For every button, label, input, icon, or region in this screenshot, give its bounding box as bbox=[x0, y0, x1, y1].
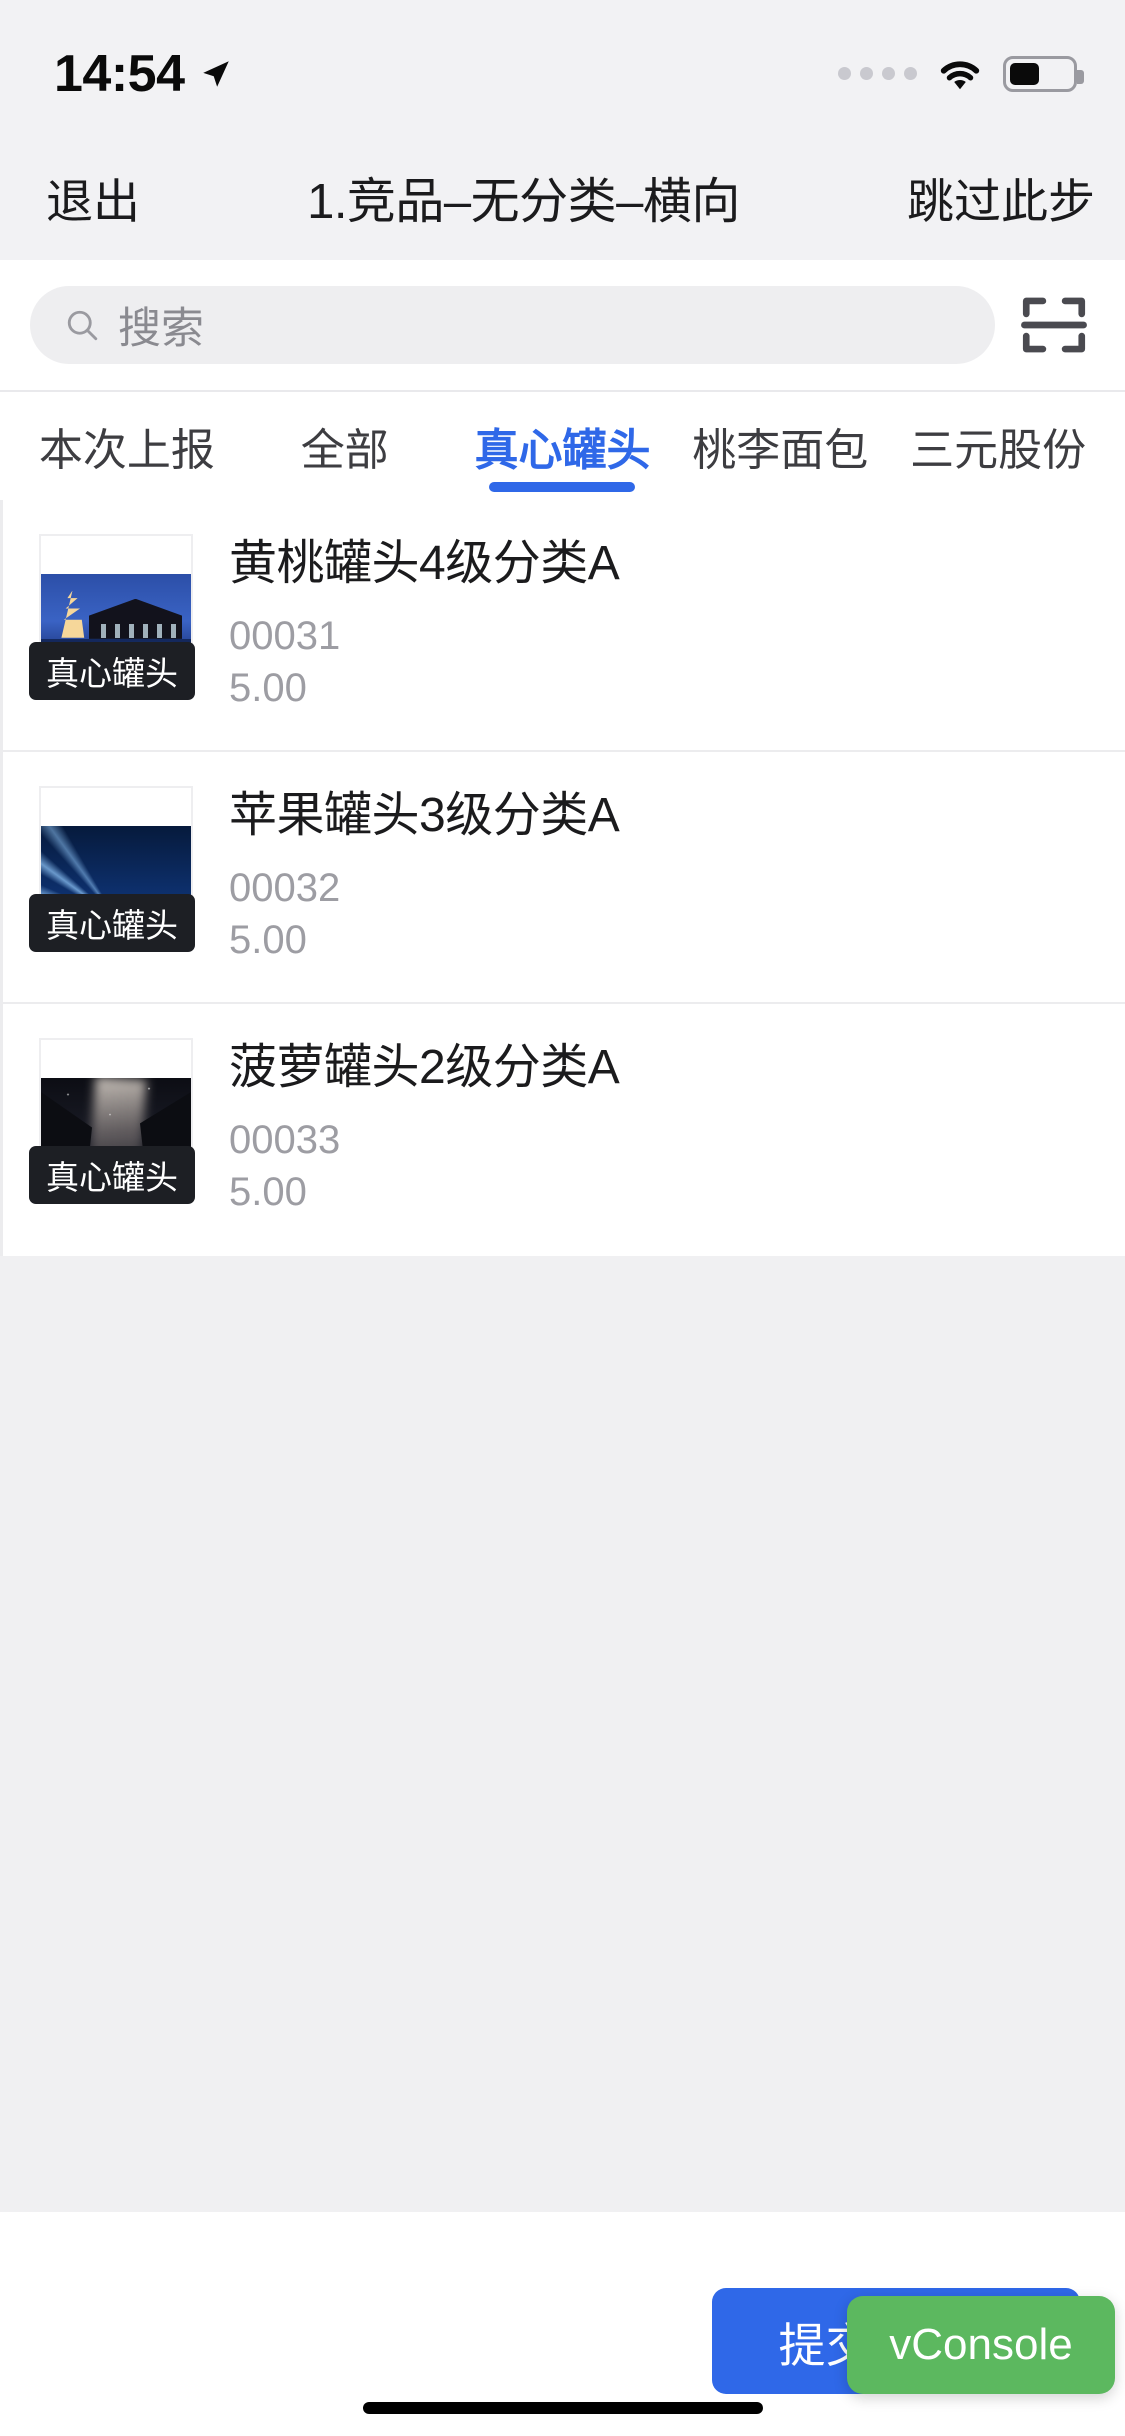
wifi-icon bbox=[937, 57, 983, 91]
product-meta: 黄桃罐头4级分类A 00031 5.00 bbox=[229, 534, 619, 711]
table-row[interactable]: 真心罐头 黄桃罐头4级分类A 00031 5.00 bbox=[3, 500, 1125, 752]
navigation-bar: 退出 1.竞品–无分类–横向 跳过此步 bbox=[0, 135, 1125, 260]
tab-label: 真心罐头 bbox=[474, 426, 650, 475]
table-row[interactable]: 真心罐头 苹果罐头3级分类A 00032 5.00 bbox=[3, 752, 1125, 1004]
vconsole-label: vConsole bbox=[889, 2320, 1072, 2370]
status-bar-left: 14:54 bbox=[54, 44, 233, 104]
brand-badge-label: 真心罐头 bbox=[46, 1151, 178, 1199]
product-title: 菠萝罐头2级分类A bbox=[229, 1040, 619, 1095]
app-screen: 14:54 退出 1.竞品–无分类–横向 跳过此步 bbox=[0, 0, 1125, 2436]
product-title: 黄桃罐头4级分类A bbox=[229, 536, 619, 591]
skip-step-button[interactable]: 跳过此步 bbox=[907, 163, 1095, 232]
tab-桃李面包[interactable]: 桃李面包 bbox=[671, 392, 889, 502]
tab-全部[interactable]: 全部 bbox=[236, 392, 454, 502]
tab-underline bbox=[489, 482, 635, 492]
signal-dots-icon bbox=[838, 67, 917, 80]
product-meta: 菠萝罐头2级分类A 00033 5.00 bbox=[229, 1038, 619, 1215]
product-price: 5.00 bbox=[229, 1169, 619, 1215]
product-price: 5.00 bbox=[229, 665, 619, 711]
product-thumbnail[interactable]: 真心罐头 bbox=[39, 786, 193, 948]
scan-code-icon[interactable] bbox=[1017, 288, 1091, 362]
table-row[interactable]: 真心罐头 菠萝罐头2级分类A 00033 5.00 bbox=[3, 1004, 1125, 1256]
product-meta: 苹果罐头3级分类A 00032 5.00 bbox=[229, 786, 619, 963]
empty-content-area bbox=[0, 1256, 1125, 2212]
search-icon bbox=[64, 307, 100, 343]
page-title: 1.竞品–无分类–横向 bbox=[307, 162, 740, 233]
tab-本次上报[interactable]: 本次上报 bbox=[18, 392, 236, 502]
search-placeholder: 搜索 bbox=[118, 294, 204, 356]
home-indicator bbox=[363, 2402, 763, 2414]
search-input[interactable]: 搜索 bbox=[30, 286, 995, 364]
brand-badge: 真心罐头 bbox=[29, 1146, 195, 1204]
category-tabs: 本次上报 全部 真心罐头 桃李面包 三元股份 bbox=[0, 390, 1125, 500]
product-code: 00033 bbox=[229, 1117, 619, 1163]
brand-badge-label: 真心罐头 bbox=[46, 899, 178, 947]
status-time: 14:54 bbox=[54, 44, 185, 104]
tab-label: 桃李面包 bbox=[692, 426, 868, 475]
tab-真心罐头[interactable]: 真心罐头 bbox=[454, 392, 672, 502]
tab-label: 本次上报 bbox=[39, 426, 215, 475]
product-code: 00031 bbox=[229, 613, 619, 659]
search-row: 搜索 bbox=[0, 260, 1125, 390]
brand-badge: 真心罐头 bbox=[29, 894, 195, 952]
product-list: 真心罐头 黄桃罐头4级分类A 00031 5.00 bbox=[0, 500, 1125, 1256]
product-thumbnail[interactable]: 真心罐头 bbox=[39, 534, 193, 696]
status-bar: 14:54 bbox=[0, 0, 1125, 135]
exit-button[interactable]: 退出 bbox=[46, 163, 140, 232]
tab-三元股份[interactable]: 三元股份 bbox=[889, 392, 1107, 502]
product-price: 5.00 bbox=[229, 917, 619, 963]
brand-badge-label: 真心罐头 bbox=[46, 647, 178, 695]
brand-badge: 真心罐头 bbox=[29, 642, 195, 700]
location-arrow-icon bbox=[199, 57, 233, 91]
product-title: 苹果罐头3级分类A bbox=[229, 788, 619, 843]
product-thumbnail[interactable]: 真心罐头 bbox=[39, 1038, 193, 1200]
status-bar-right bbox=[838, 56, 1077, 92]
battery-icon bbox=[1003, 56, 1077, 92]
tab-label: 全部 bbox=[301, 426, 389, 475]
vconsole-button[interactable]: vConsole bbox=[847, 2296, 1115, 2394]
tab-label: 三元股份 bbox=[910, 426, 1086, 475]
product-code: 00032 bbox=[229, 865, 619, 911]
